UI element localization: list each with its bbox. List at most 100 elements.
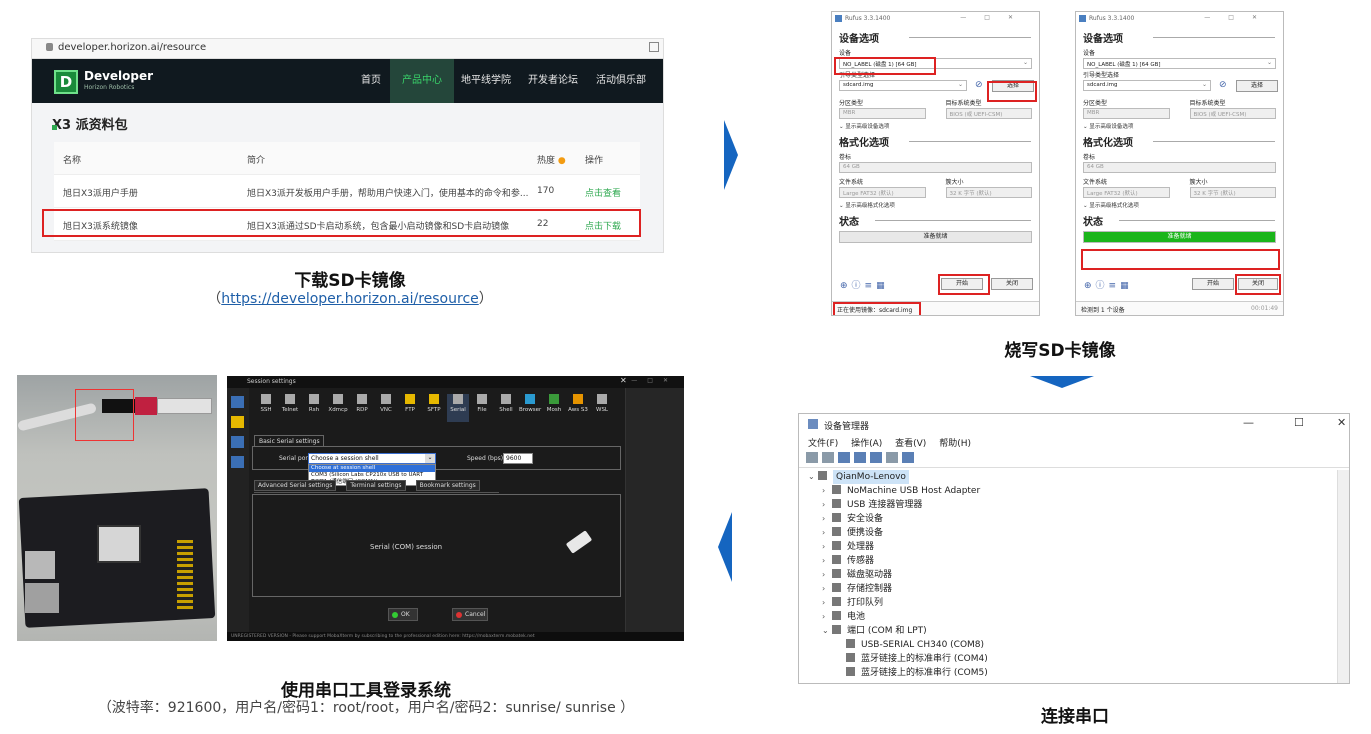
tree-item[interactable]: › 传感器 [799, 554, 1349, 568]
adv-device-toggle[interactable]: ⌄ 显示高级设备选项 [1083, 122, 1283, 130]
nav-home[interactable]: 首页 [350, 59, 392, 103]
tree-item[interactable]: 蓝牙链接上的标准串行 (COM4) [799, 652, 1349, 666]
volume-field[interactable]: 64 GB [839, 162, 1032, 173]
nav-academy[interactable]: 地平线学院 [450, 59, 522, 103]
speed-select[interactable]: 9600 [503, 453, 533, 464]
type-browser[interactable]: Browser [519, 394, 541, 413]
type-mosh[interactable]: Mosh [543, 394, 565, 413]
adv-format-toggle[interactable]: ⌄ 显示高级格式化选项 [1083, 201, 1283, 209]
volume-field[interactable]: 64 GB [1083, 162, 1276, 173]
tab-terminal[interactable]: Terminal settings [346, 480, 406, 491]
computer-icon [818, 471, 827, 480]
check-icon[interactable]: ⊘ [1219, 80, 1227, 90]
select-button[interactable]: 选择 [1236, 80, 1278, 92]
toolbar-icons[interactable]: ⊕ⓘ≡▦ [840, 278, 889, 291]
type-rsh[interactable]: Rsh [303, 394, 325, 413]
type-wsl[interactable]: WSL [591, 394, 613, 413]
fs-select[interactable]: Large FAT32 (默认) [1083, 187, 1170, 198]
boot-select[interactable]: sdcard.img ⌄ [1083, 80, 1211, 91]
tab-advanced-serial[interactable]: Advanced Serial settings [254, 480, 337, 491]
serial-port-select[interactable]: Choose a session shell ⌄ [308, 453, 436, 464]
start-button[interactable]: 开始 [1192, 278, 1234, 290]
nav-club[interactable]: 活动俱乐部 [585, 59, 657, 103]
address-bar[interactable]: developer.horizon.ai/resource [32, 39, 663, 59]
boot-select[interactable]: sdcard.img ⌄ [839, 80, 967, 91]
tools-icon[interactable] [231, 436, 244, 448]
view-link[interactable]: 点击查看 [585, 186, 621, 199]
back-icon[interactable] [806, 452, 818, 463]
resource-link[interactable]: https://developer.horizon.ai/resource [221, 291, 479, 307]
chevron-down-icon: ⌄ [1266, 59, 1272, 66]
view-icon[interactable] [870, 452, 882, 463]
tree-item[interactable]: › 电池 [799, 610, 1349, 624]
xserver-panel [625, 388, 684, 641]
tree-item[interactable]: › 存储控制器 [799, 582, 1349, 596]
ok-button[interactable]: OK [388, 608, 418, 621]
tree-item[interactable]: › USB 连接器管理器 [799, 498, 1349, 512]
partition-select[interactable]: MBR [1083, 108, 1170, 119]
close-icon[interactable]: ✕ [1337, 416, 1346, 429]
cluster-select[interactable]: 32 K 字节 (默认) [945, 187, 1032, 198]
type-telnet[interactable]: Telnet [279, 394, 301, 413]
tree-item[interactable]: › 处理器 [799, 540, 1349, 554]
type-aws-s3[interactable]: Aws S3 [567, 394, 589, 413]
volume-label: 卷标 [839, 154, 852, 161]
vertical-scrollbar[interactable] [1337, 470, 1349, 683]
tree-root[interactable]: ⌄ QianMo-Lenovo [799, 470, 1349, 484]
menu-file[interactable]: 文件(F) [808, 439, 838, 449]
chevron-down-icon: ⌄ [425, 454, 435, 463]
tree-item[interactable]: 蓝牙链接上的标准串行 (COM5) [799, 666, 1349, 680]
type-shell[interactable]: Shell [495, 394, 517, 413]
menu-view[interactable]: 查看(V) [895, 439, 926, 449]
nav-forum[interactable]: 开发者论坛 [517, 59, 589, 103]
device-select[interactable]: NO_LABEL (磁盘 1) [64 GB] ⌄ [1083, 58, 1276, 69]
check-icon[interactable]: ⊘ [975, 80, 983, 90]
type-ssh[interactable]: SSH [255, 394, 277, 413]
scan-icon[interactable] [886, 452, 898, 463]
minimize-icon[interactable]: — [1243, 416, 1254, 429]
port-option[interactable]: COM3 (Silicon Labs CP210x USB to UART Br… [309, 472, 435, 485]
type-rdp[interactable]: RDP [351, 394, 373, 413]
tree-item[interactable]: › NoMachine USB Host Adapter [799, 484, 1349, 498]
menu-help[interactable]: 帮助(H) [939, 439, 971, 449]
cancel-button[interactable]: Cancel [452, 608, 488, 621]
monitor-icon[interactable] [902, 452, 914, 463]
target-select[interactable]: BIOS (或 UEFI-CSM) [1189, 108, 1276, 119]
adv-device-toggle[interactable]: ⌄ 显示高级设备选项 [839, 122, 1039, 130]
tree-item[interactable]: USB-SERIAL CH340 (COM8) [799, 638, 1349, 652]
type-vnc[interactable]: VNC [375, 394, 397, 413]
help-icon[interactable] [854, 452, 866, 463]
nav-products[interactable]: 产品中心 [390, 59, 454, 103]
tree-item-ports[interactable]: ⌄ 端口 (COM 和 LPT) [799, 624, 1349, 638]
port-option[interactable]: Choose at session shell [309, 465, 435, 472]
tree-item[interactable]: › 打印队列 [799, 596, 1349, 610]
tree-item[interactable]: › 磁盘驱动器 [799, 568, 1349, 582]
menu-action[interactable]: 操作(A) [851, 439, 882, 449]
adv-format-toggle[interactable]: ⌄ 显示高级格式化选项 [839, 201, 1039, 209]
tree-item[interactable]: › 便携设备 [799, 526, 1349, 540]
partition-select[interactable]: MBR [839, 108, 926, 119]
target-select[interactable]: BIOS (或 UEFI-CSM) [945, 108, 1032, 119]
send-icon[interactable] [231, 456, 244, 468]
cluster-select[interactable]: 32 K 字节 (默认) [1189, 187, 1276, 198]
star-icon[interactable] [231, 416, 244, 428]
type-ftp[interactable]: FTP [399, 394, 421, 413]
brand-subtitle: Horizon Robotics [84, 84, 135, 91]
type-file[interactable]: File [471, 394, 493, 413]
device-manager-window: 设备管理器 — ☐ ✕ 文件(F) 操作(A) 查看(V) 帮助(H) ⌄ Qia… [798, 413, 1350, 684]
maximize-icon[interactable]: ☐ [1294, 416, 1304, 429]
tab-bookmark[interactable]: Bookmark settings [415, 480, 480, 491]
close-button[interactable]: 关闭 [991, 278, 1033, 290]
forward-icon[interactable] [822, 452, 834, 463]
type-xdmcp[interactable]: Xdmcp [327, 394, 349, 413]
type-sftp[interactable]: SFTP [423, 394, 445, 413]
sessions-icon[interactable] [231, 396, 244, 408]
type-serial[interactable]: Serial [447, 394, 469, 422]
share-icon[interactable] [649, 42, 659, 52]
properties-icon[interactable] [838, 452, 850, 463]
tree-item[interactable]: › 安全设备 [799, 512, 1349, 526]
close-icon[interactable]: ✕ [620, 376, 627, 385]
fs-select[interactable]: Large FAT32 (默认) [839, 187, 926, 198]
status-section: 状态 [1083, 213, 1283, 228]
toolbar-icons[interactable]: ⊕ⓘ≡▦ [1084, 278, 1133, 291]
